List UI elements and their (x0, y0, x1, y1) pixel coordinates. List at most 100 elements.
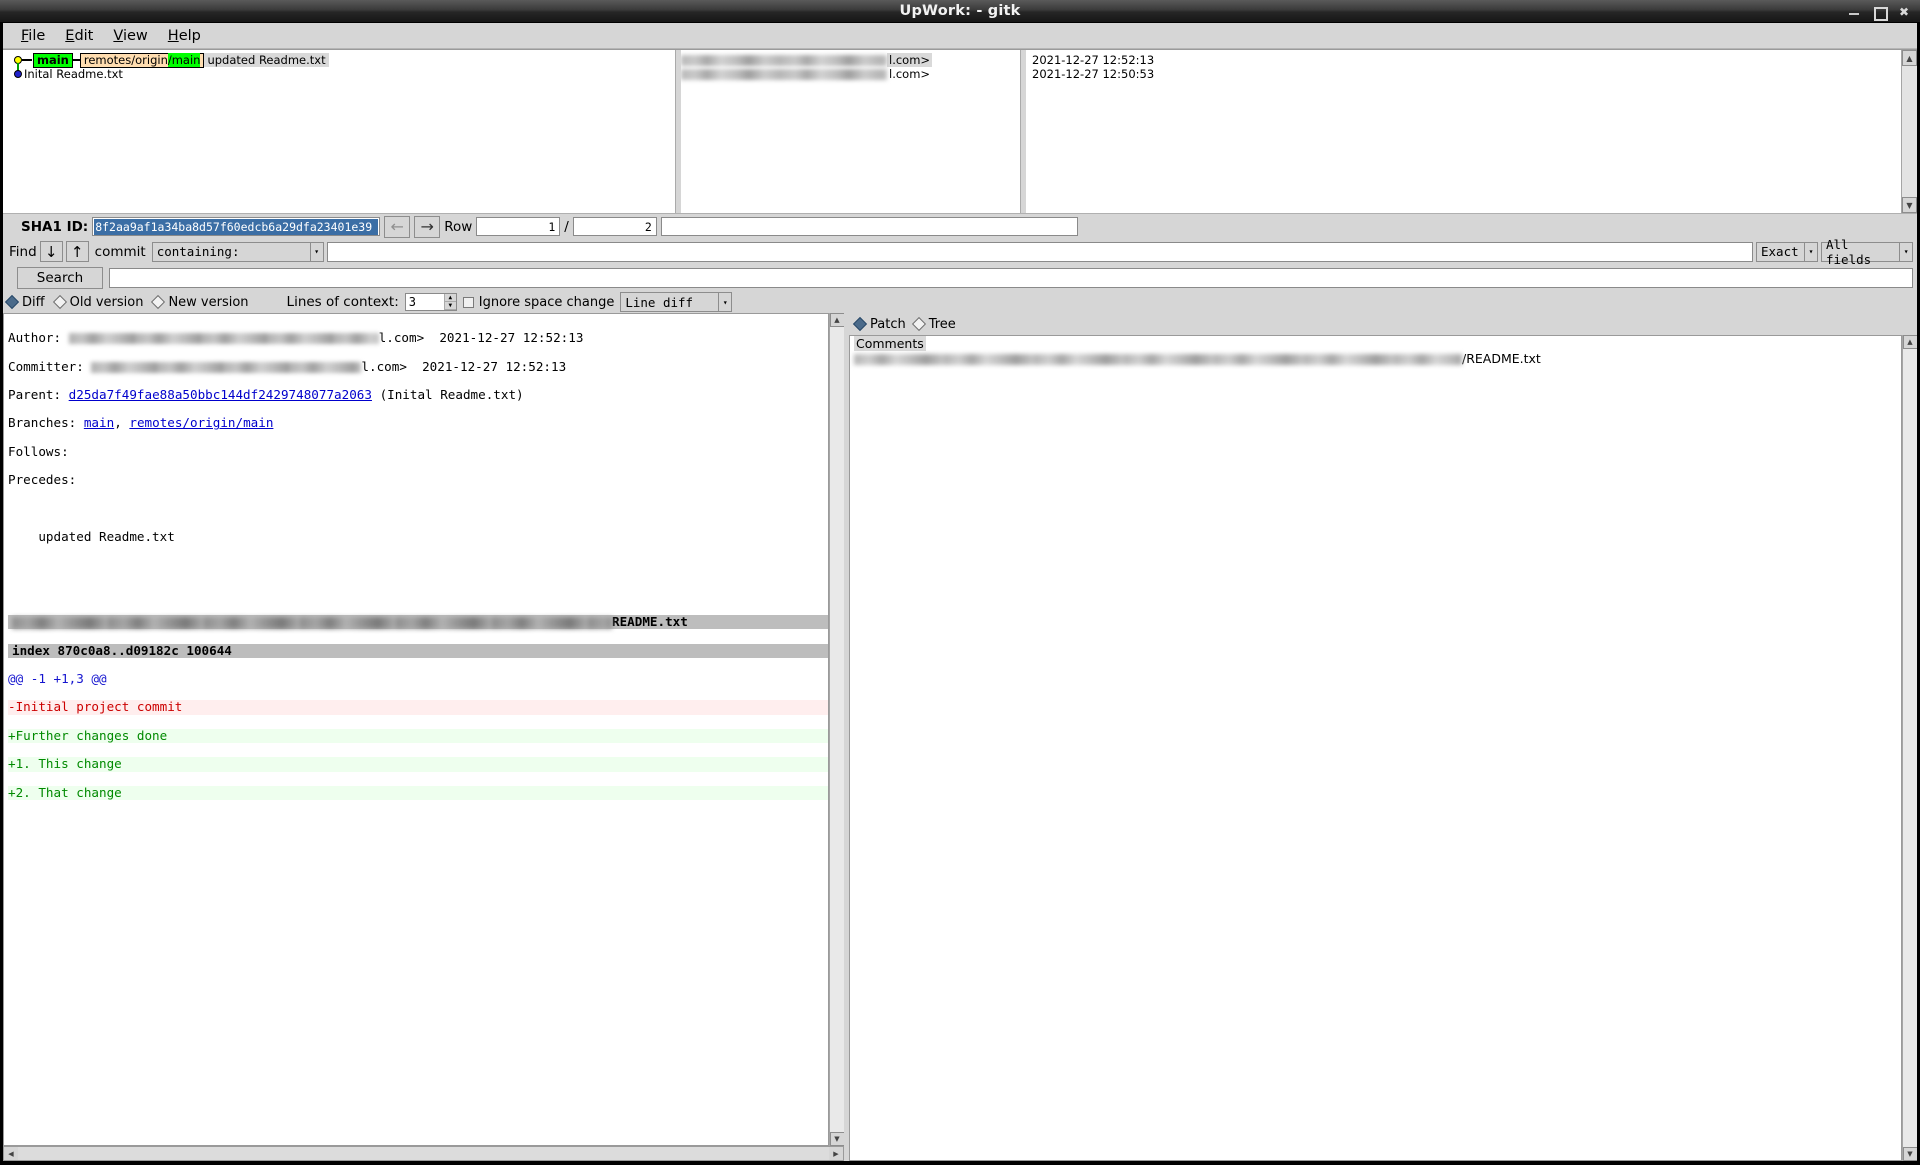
sha1-value: 8f2aa9af1a34ba8d57f60edcb6a29dfa23401e39 (94, 218, 379, 235)
find-fields-value: All fields (1826, 236, 1872, 267)
scroll-down-icon[interactable]: ▼ (1902, 1147, 1917, 1161)
scroll-right-icon[interactable]: ▶ (829, 1147, 843, 1160)
tree-vertical-scrollbar[interactable]: ▲ ▼ (1902, 335, 1917, 1161)
row-total-input[interactable]: 2 (572, 217, 657, 236)
row-current-input[interactable]: 1 (476, 217, 561, 236)
commit-date: 2021-12-27 12:52:13 (1032, 53, 1155, 67)
menu-edit[interactable]: Edit (55, 26, 103, 46)
checkbox-icon[interactable] (462, 296, 474, 308)
context-lines-value: 3 (408, 295, 416, 309)
find-match-type-select[interactable]: Exact ▾ (1756, 241, 1818, 262)
radio-tree-label: Tree (928, 316, 956, 332)
prev-commit-button[interactable]: ← (384, 215, 411, 238)
find-scope-label: commit (94, 243, 146, 260)
find-fields-select[interactable]: All fields ▾ (1821, 237, 1913, 267)
sha1-label: SHA1 ID: (21, 218, 89, 235)
stepper-up-icon[interactable]: ▲ (444, 294, 456, 302)
title-bar: UpWork: - gitk ✖ (0, 0, 1920, 23)
search-button[interactable]: Search (17, 266, 103, 289)
menu-help[interactable]: Help (158, 26, 211, 46)
graph-connector-line (22, 59, 32, 61)
find-label: Find (9, 243, 37, 260)
chevron-down-icon[interactable]: ▾ (1899, 242, 1912, 261)
ref-tag-head[interactable]: main (33, 52, 73, 68)
commit-row[interactable]: Inital Readme.txt (3, 67, 675, 81)
radio-tree[interactable]: Tree (911, 316, 960, 332)
arrow-left-icon: ← (390, 217, 404, 236)
find-next-button[interactable]: ↓ (39, 241, 63, 262)
stepper-down-icon[interactable]: ▼ (444, 302, 456, 310)
ref-remote-branch: /main (167, 52, 201, 67)
diff-index-line: index 870c0a8..d09182c 100644 (8, 643, 828, 658)
chevron-down-icon[interactable]: ▾ (1804, 242, 1817, 261)
scroll-up-icon[interactable]: ▲ (1902, 50, 1917, 66)
redacted-file-path (12, 616, 612, 629)
diff-text: Author: l.com> 2021-12-27 12:52:13 Commi… (4, 314, 828, 828)
diff-options-row: Diff Old version New version Lines of co… (3, 291, 1917, 313)
menu-view[interactable]: View (103, 26, 157, 46)
commit-node-icon (14, 70, 22, 78)
patch-tree-row: Patch Tree (849, 313, 1917, 335)
close-icon[interactable]: ✖ (1898, 6, 1910, 18)
radio-old-version[interactable]: Old version (52, 295, 148, 310)
context-lines-stepper[interactable]: 3 ▲ ▼ (404, 293, 457, 311)
search-input[interactable] (109, 267, 1913, 288)
arrow-down-icon: ↓ (44, 242, 58, 261)
scroll-up-icon[interactable]: ▲ (1902, 335, 1917, 349)
author-label: Author: (8, 330, 62, 346)
author-row: l.com> (681, 53, 1020, 67)
scroll-left-icon[interactable]: ◀ (4, 1147, 18, 1160)
context-label: Lines of context: (286, 294, 399, 310)
find-mode-select[interactable]: containing: ▾ (151, 241, 324, 262)
branch-link-main[interactable]: main (84, 415, 114, 430)
radio-on-icon (852, 316, 868, 332)
diff-mode-select[interactable]: Line diff ▾ (620, 292, 733, 312)
find-prev-button[interactable]: ↑ (65, 241, 89, 262)
radio-new-version[interactable]: New version (151, 295, 252, 310)
radio-diff[interactable]: Diff (4, 294, 49, 310)
ignore-space-checkbox[interactable]: Ignore space change (462, 295, 614, 310)
file-list-pane[interactable]: Comments /README.txt (849, 335, 1902, 1161)
row-separator: / (564, 218, 569, 235)
maximize-icon[interactable] (1873, 6, 1888, 21)
scroll-down-icon[interactable]: ▼ (1902, 197, 1917, 213)
commit-row[interactable]: main remotes/origin/main updated Readme.… (3, 52, 675, 71)
sha1-input[interactable]: 8f2aa9af1a34ba8d57f60edcb6a29dfa23401e39 (92, 217, 381, 236)
commit-list-scrollbar[interactable]: ▲ ▼ (1901, 50, 1917, 213)
diff-vertical-scrollbar[interactable]: ▲ ▼ (829, 313, 845, 1146)
chevron-down-icon[interactable]: ▾ (309, 242, 323, 261)
find-match-type-value: Exact (1761, 244, 1799, 259)
parent-sha-link[interactable]: d25da7f49fae88a50bbc144df2429748077a2063 (69, 387, 372, 402)
ref-tag-remote[interactable]: remotes/origin/main (79, 52, 205, 68)
diff-pane[interactable]: Author: l.com> 2021-12-27 12:52:13 Commi… (3, 313, 829, 1146)
author-date: 2021-12-27 12:52:13 (439, 330, 584, 346)
window-controls: ✖ (1848, 0, 1910, 23)
branch-link-remote[interactable]: remotes/origin/main (129, 415, 273, 430)
radio-patch[interactable]: Patch (852, 316, 910, 332)
ref-link-line (72, 59, 80, 61)
author-row: l.com> (681, 67, 1020, 81)
scroll-down-icon[interactable]: ▼ (829, 1132, 845, 1146)
file-list-item[interactable]: /README.txt (850, 351, 1901, 366)
author-column-pane[interactable]: l.com> l.com> (681, 50, 1021, 213)
minimize-icon[interactable] (1848, 6, 1860, 18)
window-title: UpWork: - gitk (899, 3, 1021, 19)
file-list-item-comments[interactable]: Comments (850, 336, 1901, 351)
scroll-up-icon[interactable]: ▲ (829, 313, 845, 327)
menu-file[interactable]: File (11, 26, 55, 46)
committer-label: Committer: (8, 358, 84, 374)
radio-diff-label: Diff (22, 294, 45, 310)
chevron-down-icon[interactable]: ▾ (718, 293, 731, 311)
next-commit-button[interactable]: → (414, 215, 441, 238)
date-column-pane[interactable]: 2021-12-27 12:52:13 2021-12-27 12:50:53 (1026, 50, 1901, 213)
diff-horizontal-scrollbar[interactable]: ◀ ▶ (3, 1146, 844, 1161)
diff-precedes-line: Precedes: (8, 472, 77, 488)
sha-row-filler-input[interactable] (660, 217, 1079, 236)
commit-graph-pane[interactable]: main remotes/origin/main updated Readme.… (3, 50, 676, 213)
stepper-buttons[interactable]: ▲ ▼ (443, 294, 456, 310)
radio-off-icon (911, 316, 926, 332)
diff-line-added: +2. That change (8, 785, 828, 800)
commit-message: Inital Readme.txt (24, 67, 123, 81)
find-query-input[interactable] (326, 241, 1753, 262)
diff-blank-line (8, 502, 828, 516)
